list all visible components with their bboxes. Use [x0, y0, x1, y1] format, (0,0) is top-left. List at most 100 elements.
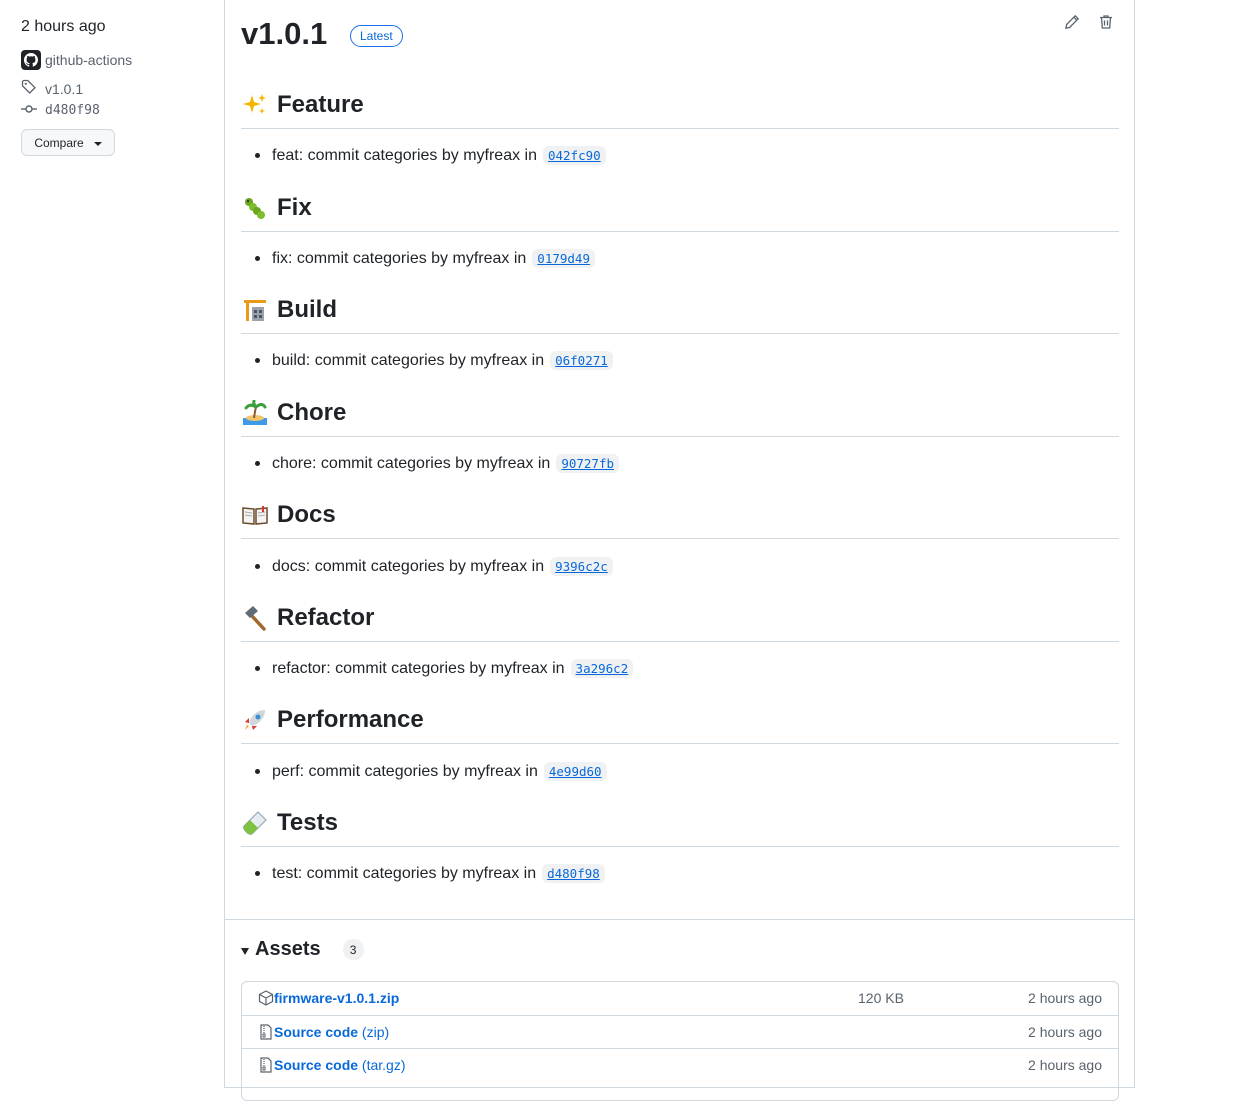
triangle-down-icon [241, 947, 249, 955]
bullet [255, 871, 260, 876]
list-item: feat: commit categories by myfreax in 04… [255, 146, 606, 165]
section-heading-fix: Fix [241, 194, 312, 222]
commit-link[interactable]: 4e99d60 [543, 762, 607, 781]
section-divider [241, 846, 1119, 847]
caret-down-icon [93, 141, 102, 146]
edit-button[interactable] [1063, 13, 1081, 31]
asset-size: 120 KB [858, 990, 904, 1006]
asset-row: firmware-v1.0.1.zip 120 KB 2 hours ago [242, 982, 1118, 1015]
assets-title: Assets [255, 938, 321, 960]
section-divider [241, 436, 1119, 437]
git-commit-icon [21, 101, 37, 120]
author-name: github-actions [45, 52, 133, 68]
item-text: test: commit categories by myfreax in [272, 864, 537, 882]
delete-button[interactable] [1097, 13, 1115, 31]
release-time: 2 hours ago [21, 18, 106, 35]
assets-toggle[interactable]: Assets 3 [241, 938, 364, 961]
list-item: build: commit categories by myfreax in 0… [255, 351, 613, 370]
building-construction-icon [241, 297, 268, 324]
release-author[interactable]: github-actions [21, 50, 132, 70]
section-heading-build: Build [241, 296, 337, 324]
item-text: docs: commit categories by myfreax in [272, 557, 545, 575]
asset-download-link[interactable]: firmware-v1.0.1.zip [274, 990, 399, 1006]
release-title[interactable]: v1.0.1 [241, 16, 327, 52]
list-item: fix: commit categories by myfreax in 017… [255, 249, 595, 268]
section-heading-refactor: Refactor [241, 604, 374, 632]
section-divider [241, 743, 1119, 744]
tag-link[interactable]: v1.0.1 [21, 79, 83, 98]
test-tube-icon [241, 810, 268, 837]
release-sidebar: 2 hours ago github-actions v1.0.1 d480f9… [0, 0, 224, 1071]
tag-icon [21, 79, 37, 98]
section-heading-performance: Performance [241, 706, 424, 734]
open-book-icon [241, 502, 268, 529]
section-title: Build [277, 296, 337, 323]
asset-time: 2 hours ago [1028, 1024, 1102, 1040]
commit-link[interactable]: 042fc90 [542, 146, 606, 165]
commit-link[interactable]: 06f0271 [550, 351, 613, 370]
card-footer-divider [225, 919, 1134, 920]
desert-island-icon [241, 400, 268, 427]
list-item: perf: commit categories by myfreax in 4e… [255, 762, 607, 781]
commit-link[interactable]: 90727fb [556, 454, 620, 473]
latest-badge: Latest [350, 25, 403, 47]
package-icon [258, 990, 274, 1006]
section-title: Refactor [277, 604, 375, 631]
commit-link[interactable]: 9396c2c [550, 557, 613, 576]
compare-button[interactable]: Compare [21, 129, 115, 156]
assets-list: firmware-v1.0.1.zip 120 KB 2 hours ago S… [241, 981, 1119, 1101]
item-text: refactor: commit categories by myfreax i… [272, 659, 565, 677]
section-title: Fix [277, 194, 312, 221]
section-heading-tests: Tests [241, 809, 338, 837]
pencil-icon [1065, 14, 1080, 30]
item-text: feat: commit categories by myfreax in [272, 146, 537, 164]
commit-sha: d480f98 [45, 103, 100, 118]
section-divider [241, 128, 1119, 129]
item-text: fix: commit categories by myfreax in [272, 249, 527, 267]
file-zip-icon [258, 1024, 274, 1040]
asset-filename: firmware-v1.0.1.zip [274, 990, 400, 1006]
section-divider [241, 538, 1119, 539]
section-divider [241, 333, 1119, 334]
asset-time: 2 hours ago [1028, 990, 1102, 1006]
list-item: chore: commit categories by myfreax in 9… [255, 454, 620, 473]
bullet [255, 358, 260, 363]
bullet [255, 461, 260, 466]
bullet [255, 769, 260, 774]
item-text: build: commit categories by myfreax in [272, 351, 545, 369]
commit-link[interactable]: 3a296c2 [570, 659, 634, 678]
asset-download-link[interactable]: Source code (zip) [274, 1024, 389, 1040]
section-title: Docs [277, 501, 336, 528]
bullet [255, 666, 260, 671]
asset-filename: Source code [274, 1024, 359, 1040]
rocket-icon [241, 707, 268, 734]
section-title: Chore [277, 399, 347, 426]
bullet [255, 564, 260, 569]
bug-icon [241, 195, 268, 222]
section-divider [241, 231, 1119, 232]
commit-link[interactable]: d480f98 [21, 101, 100, 120]
bullet [255, 256, 260, 261]
asset-row: Source code (zip) 2 hours ago [242, 1015, 1118, 1049]
asset-row: Source code (tar.gz) 2 hours ago [242, 1048, 1118, 1082]
assets-count-badge: 3 [342, 939, 364, 960]
item-text: chore: commit categories by myfreax in [272, 454, 551, 472]
commit-link[interactable]: 0179d49 [532, 249, 595, 268]
section-heading-feature: Feature [241, 91, 364, 119]
section-title: Tests [277, 809, 338, 836]
trash-icon [1100, 15, 1112, 29]
tag-label: v1.0.1 [45, 80, 84, 97]
section-title: Performance [277, 706, 424, 733]
section-heading-docs: Docs [241, 501, 336, 529]
asset-suffix: (zip) [358, 1024, 390, 1040]
compare-label: Compare [34, 135, 84, 150]
sparkles-icon [241, 92, 268, 119]
release-card: v1.0.1 Latest Feature feat: commit categ… [224, 0, 1135, 1101]
list-item: test: commit categories by myfreax in d4… [255, 864, 605, 883]
section-divider [241, 641, 1119, 642]
section-title: Feature [277, 91, 364, 118]
hammer-icon [241, 605, 268, 632]
github-actions-avatar-icon [21, 50, 41, 70]
section-heading-chore: Chore [241, 399, 346, 427]
commit-link[interactable]: d480f98 [542, 864, 605, 883]
